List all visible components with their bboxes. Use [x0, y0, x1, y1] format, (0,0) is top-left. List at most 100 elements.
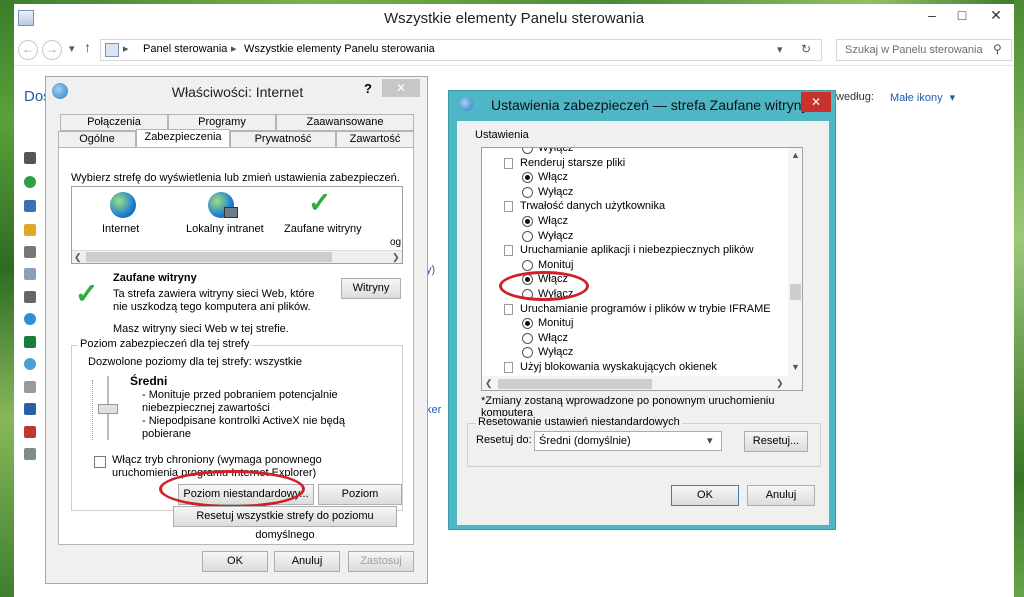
- setting-option[interactable]: Wyłącz: [482, 230, 782, 244]
- search-input[interactable]: Szukaj w Panelu sterowania ⚲: [836, 39, 1012, 61]
- control-panel-item-icon[interactable]: [24, 152, 36, 164]
- back-button[interactable]: ←: [18, 40, 38, 60]
- cancel-button[interactable]: Anuluj: [747, 485, 815, 506]
- tab-general[interactable]: Ogólne: [58, 131, 136, 148]
- setting-option-label[interactable]: Włącz: [538, 171, 568, 183]
- search-icon[interactable]: ⚲: [993, 42, 1002, 56]
- refresh-icon[interactable]: ↻: [801, 42, 811, 56]
- protected-mode-checkbox[interactable]: [94, 456, 106, 468]
- radio-checked[interactable]: [522, 318, 533, 330]
- radio-checked[interactable]: [522, 172, 533, 184]
- control-panel-item-icon[interactable]: [24, 313, 36, 325]
- ok-button[interactable]: OK: [202, 551, 268, 572]
- radio-unchecked[interactable]: [522, 148, 533, 154]
- scroll-right-icon[interactable]: ❯: [392, 252, 400, 263]
- setting-option[interactable]: Włącz: [482, 171, 782, 185]
- control-panel-item-icon[interactable]: [24, 448, 36, 460]
- tab-security[interactable]: Zabezpieczenia: [136, 129, 230, 148]
- close-button[interactable]: ✕: [382, 79, 420, 97]
- setting-header: Trwałość danych użytkownika: [482, 200, 782, 214]
- breadcrumb-item-panel[interactable]: Panel sterowania: [143, 43, 227, 55]
- setting-option-label[interactable]: Włącz: [538, 215, 568, 227]
- security-level-slider[interactable]: [92, 376, 118, 440]
- reset-all-zones-button[interactable]: Resetuj wszystkie strefy do poziomu domy…: [173, 506, 397, 541]
- setting-header-label: Uruchamianie aplikacji i niebezpiecznych…: [520, 244, 754, 257]
- apply-button[interactable]: Zastosuj: [348, 551, 414, 572]
- settings-list[interactable]: Wyłącz Renderuj starsze pliki Włącz Wyłącz T…: [481, 147, 803, 391]
- control-panel-item-icon[interactable]: [24, 358, 36, 370]
- setting-page-icon: [504, 201, 513, 213]
- forward-button[interactable]: →: [42, 40, 62, 60]
- scroll-left-icon[interactable]: ❮: [74, 252, 82, 263]
- setting-option-label[interactable]: Wyłącz: [538, 346, 573, 358]
- control-panel-item-icon[interactable]: [24, 268, 36, 280]
- control-panel-item-icon[interactable]: [24, 426, 36, 438]
- zone-intranet-label[interactable]: Lokalny intranet: [186, 223, 264, 235]
- tab-privacy[interactable]: Prywatność: [230, 131, 336, 148]
- tab-content[interactable]: Zawartość: [336, 131, 414, 148]
- setting-option[interactable]: Włącz: [482, 332, 782, 346]
- address-bar[interactable]: ▸ Panel sterowania ▸ Wszystkie elementy …: [100, 39, 822, 61]
- horizontal-scrollbar[interactable]: ❮ ❯: [482, 376, 802, 390]
- radio-unchecked[interactable]: [522, 332, 533, 344]
- breadcrumb-item-all[interactable]: Wszystkie elementy Panelu sterowania: [244, 43, 435, 55]
- control-panel-item-icon[interactable]: [24, 246, 36, 258]
- setting-option[interactable]: Monituj: [482, 317, 782, 331]
- radio-unchecked[interactable]: [522, 347, 533, 359]
- scroll-right-icon[interactable]: ❯: [776, 378, 784, 389]
- setting-option[interactable]: Wyłącz: [482, 186, 782, 200]
- radio-unchecked[interactable]: [522, 230, 533, 242]
- setting-option-label[interactable]: Wyłącz: [538, 230, 573, 242]
- radio-unchecked[interactable]: [522, 186, 533, 198]
- zone-internet-label[interactable]: Internet: [102, 223, 139, 235]
- control-panel-item-icon[interactable]: [24, 381, 36, 393]
- zone-horizontal-scrollbar[interactable]: ❮ ❯: [72, 250, 402, 263]
- radio-checked[interactable]: [522, 216, 533, 227]
- cancel-button[interactable]: Anuluj: [274, 551, 340, 572]
- reset-button[interactable]: Resetuj...: [744, 431, 808, 452]
- view-by-label: według:: [836, 91, 874, 103]
- ok-button[interactable]: OK: [671, 485, 739, 506]
- setting-option-label[interactable]: Wyłącz: [538, 186, 573, 198]
- reset-to-select[interactable]: Średni (domyślnie) ▾: [534, 431, 722, 451]
- slider-thumb[interactable]: [98, 404, 118, 414]
- setting-header: Renderuj starsze pliki: [482, 157, 782, 171]
- setting-option[interactable]: Włącz: [482, 215, 782, 229]
- minimize-button[interactable]: –: [918, 4, 946, 28]
- tab-advanced[interactable]: Zaawansowane: [276, 114, 414, 131]
- control-panel-item-icon[interactable]: [24, 224, 36, 236]
- scrollbar-thumb[interactable]: [498, 379, 652, 389]
- setting-option-label[interactable]: Monituj: [538, 259, 573, 271]
- control-panel-item-icon[interactable]: [24, 176, 36, 188]
- close-button[interactable]: ✕: [801, 92, 831, 112]
- control-panel-item-icon[interactable]: [24, 403, 36, 415]
- vertical-scrollbar[interactable]: ▲ ▼: [788, 148, 802, 376]
- control-panel-item-icon[interactable]: [24, 336, 36, 348]
- security-level-group-label: Poziom zabezpieczeń dla tej strefy: [78, 338, 252, 350]
- view-by-dropdown[interactable]: Małe ikony ▾: [890, 91, 955, 104]
- setting-option-label[interactable]: Włącz: [538, 332, 568, 344]
- radio-unchecked[interactable]: [522, 259, 533, 271]
- scrollbar-thumb[interactable]: [790, 284, 801, 300]
- scrollbar-thumb[interactable]: [86, 252, 332, 262]
- setting-option[interactable]: Wyłącz: [482, 346, 782, 360]
- up-arrow-icon[interactable]: ↑: [84, 39, 91, 55]
- setting-option[interactable]: Wyłącz: [482, 148, 782, 156]
- setting-option-label[interactable]: Wyłącz: [538, 148, 573, 154]
- history-dropdown-icon[interactable]: ▾: [69, 42, 75, 55]
- default-level-button[interactable]: Poziom domyślny: [318, 484, 402, 519]
- setting-option-label[interactable]: Monituj: [538, 317, 573, 329]
- maximize-button[interactable]: □: [948, 4, 976, 28]
- help-button[interactable]: ?: [364, 81, 372, 96]
- control-panel-item-icon[interactable]: [24, 291, 36, 303]
- close-button[interactable]: ✕: [978, 4, 1014, 28]
- sites-button[interactable]: Witryny: [341, 278, 401, 299]
- scroll-left-icon[interactable]: ❮: [485, 378, 493, 389]
- zone-list[interactable]: Internet Lokalny intranet ✓ Zaufane witr…: [71, 186, 403, 264]
- scroll-up-icon[interactable]: ▲: [791, 150, 800, 160]
- dropdown-icon[interactable]: ▾: [777, 43, 783, 56]
- zone-trusted-label[interactable]: Zaufane witryny: [284, 223, 362, 235]
- setting-option[interactable]: Monituj: [482, 259, 782, 273]
- control-panel-item-icon[interactable]: [24, 200, 36, 212]
- scroll-down-icon[interactable]: ▼: [791, 362, 800, 372]
